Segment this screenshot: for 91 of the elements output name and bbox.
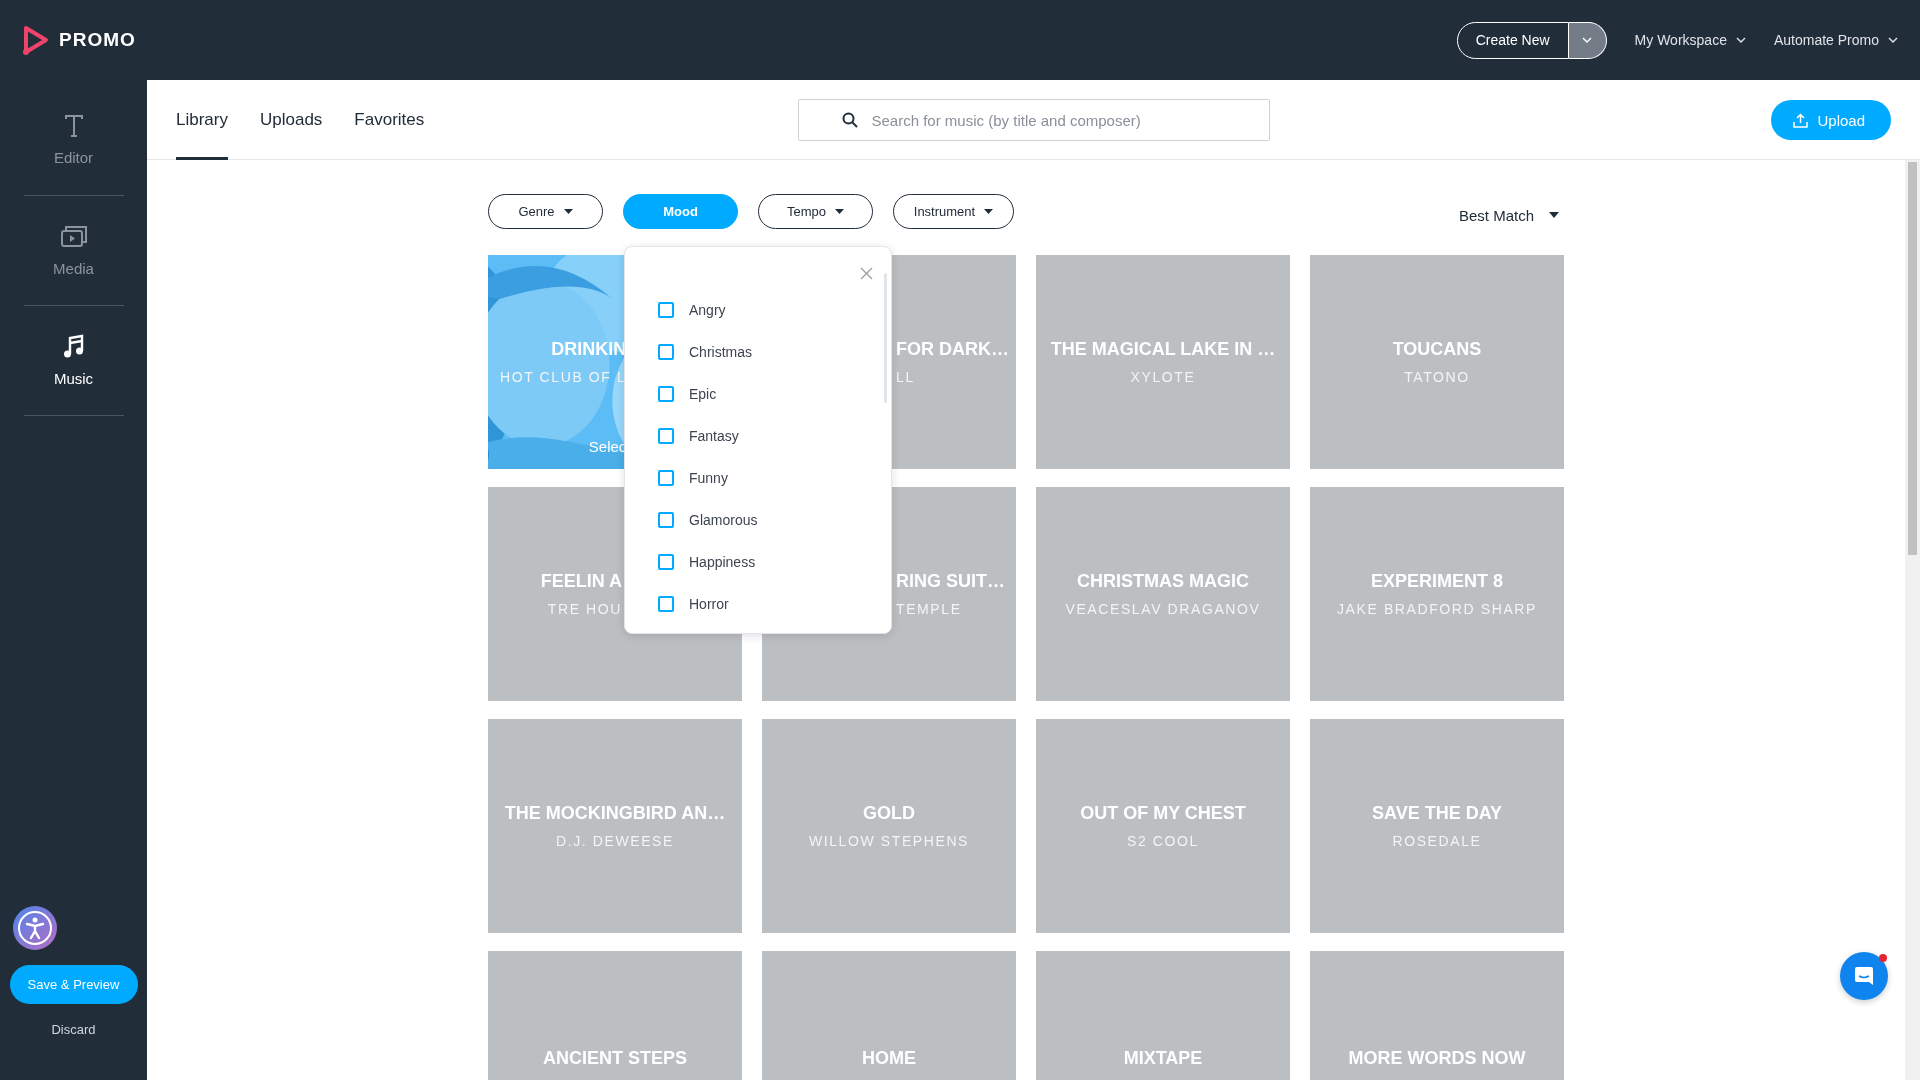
- track-title: THE MAGICAL LAKE IN …: [1050, 339, 1276, 360]
- track-card[interactable]: GOLD WILLOW STEPHENS: [762, 719, 1016, 933]
- accessibility-icon: [17, 910, 53, 946]
- save-preview-button[interactable]: Save & Preview: [9, 965, 138, 1004]
- track-artist: JAKE BRADFORD SHARP: [1337, 601, 1537, 617]
- checkbox[interactable]: [658, 428, 674, 444]
- track-artist: TRE HOU: [547, 601, 622, 617]
- track-title: ANCIENT STEPS: [543, 1047, 687, 1069]
- track-artist: XYLOTE: [1130, 369, 1196, 385]
- checkbox[interactable]: [658, 596, 674, 612]
- sidebar-item[interactable]: Editor: [23, 86, 124, 196]
- option-label: Horror: [689, 596, 729, 612]
- music-note-icon: [62, 334, 85, 358]
- search-field[interactable]: Search for music (by title and composer): [797, 99, 1270, 141]
- track-title: SAVE THE DAY: [1371, 803, 1502, 824]
- option-label: Funny: [689, 470, 728, 486]
- upload-button[interactable]: Upload: [1771, 100, 1891, 140]
- track-title: CHRISTMAS MAGIC: [1077, 571, 1249, 592]
- accessibility-button[interactable]: [13, 906, 57, 950]
- caret-down-icon: [563, 209, 573, 214]
- caret-down-icon: [1549, 212, 1559, 218]
- track-card[interactable]: SAVE THE DAY ROSEDALE: [1310, 719, 1564, 933]
- text-icon: [63, 115, 84, 137]
- scrollbar-thumb[interactable]: [1908, 162, 1917, 555]
- track-title: EXPERIMENT 8: [1371, 571, 1503, 592]
- track-card[interactable]: MORE WORDS NOW: [1310, 951, 1564, 1080]
- track-title: FOR DARK…: [896, 339, 1009, 360]
- track-title: GOLD: [863, 803, 915, 824]
- track-artist: VEACESLAV DRAGANOV: [1065, 601, 1261, 617]
- chat-button[interactable]: [1840, 952, 1888, 1000]
- search-icon: [841, 112, 858, 128]
- option-label: Angry: [689, 302, 726, 318]
- play-logo-icon: [22, 25, 50, 55]
- select-button[interactable]: Selec: [588, 438, 627, 455]
- track-artist: S2 COOL: [1127, 833, 1199, 849]
- chat-icon: [1853, 965, 1875, 987]
- close-button[interactable]: [859, 266, 873, 280]
- track-card[interactable]: TOUCANS TATONO: [1310, 255, 1564, 469]
- track-title: THE MOCKINGBIRD AN…: [504, 803, 726, 824]
- caret-down-icon: [984, 209, 994, 214]
- checkbox[interactable]: [658, 386, 674, 402]
- sort-dropdown[interactable]: Best Match: [1458, 206, 1564, 224]
- caret-down-icon: [835, 209, 844, 214]
- media-icon: [59, 224, 88, 248]
- track-card[interactable]: CHRISTMAS MAGIC VEACESLAV DRAGANOV: [1036, 487, 1290, 701]
- track-artist: TEMPLE: [896, 601, 962, 617]
- track-title: FEELIN A: [540, 571, 622, 592]
- checkbox[interactable]: [658, 302, 674, 318]
- option-label: Epic: [689, 386, 717, 402]
- track-title: RING SUIT…: [896, 571, 1005, 592]
- track-artist: TATONO: [1404, 369, 1470, 385]
- track-title: TOUCANS: [1392, 339, 1482, 360]
- track-title: MORE WORDS NOW: [1348, 1047, 1526, 1069]
- checkbox[interactable]: [658, 554, 674, 570]
- track-artist: ROSEDALE: [1392, 833, 1482, 849]
- track-title: MIXTAPE: [1123, 1047, 1203, 1069]
- track-title: OUT OF MY CHEST: [1080, 803, 1246, 824]
- sidebar-item[interactable]: Media: [23, 196, 124, 306]
- menu-button[interactable]: Automate Promo: [1773, 32, 1898, 48]
- track-title: DRINKIN: [551, 339, 627, 360]
- menu-button[interactable]: My Workspace: [1634, 32, 1746, 48]
- track-card[interactable]: OUT OF MY CHEST S2 COOL: [1036, 719, 1290, 933]
- sidebar-item[interactable]: Music: [23, 306, 124, 416]
- checkbox[interactable]: [658, 344, 674, 360]
- tab[interactable]: Library: [176, 80, 228, 160]
- tab[interactable]: Favorites: [354, 80, 425, 160]
- track-title: HOME: [862, 1047, 916, 1069]
- track-artist: HOT CLUB OF L: [500, 369, 627, 385]
- logo-text: PROMO: [59, 29, 136, 51]
- checkbox[interactable]: [658, 470, 674, 486]
- chevron-down-icon: [1582, 37, 1593, 43]
- track-card[interactable]: THE MOCKINGBIRD AN… D.J. DEWEESE: [488, 719, 742, 933]
- discard-button[interactable]: Discard: [51, 1022, 96, 1037]
- upload-icon: [1793, 112, 1809, 128]
- chevron-down-icon: [1888, 37, 1898, 43]
- track-artist: LL: [896, 369, 915, 385]
- dropdown-button[interactable]: [1568, 21, 1607, 59]
- chevron-down-icon: [1735, 37, 1746, 43]
- track-artist: WILLOW STEPHENS: [808, 833, 970, 849]
- track-artist: D.J. DEWEESE: [556, 833, 674, 849]
- track-card[interactable]: EXPERIMENT 8 JAKE BRADFORD SHARP: [1310, 487, 1564, 701]
- filter-button[interactable]: Mood: [623, 194, 738, 229]
- track-card[interactable]: THE MAGICAL LAKE IN … XYLOTE: [1036, 255, 1290, 469]
- checkbox[interactable]: [658, 512, 674, 528]
- tab[interactable]: Uploads: [259, 80, 323, 160]
- track-card[interactable]: MIXTAPE: [1036, 951, 1290, 1080]
- notification-dot: [1879, 954, 1887, 962]
- track-card[interactable]: ANCIENT STEPS: [488, 951, 742, 1080]
- track-card[interactable]: HOME: [762, 951, 1016, 1080]
- option-label: Fantasy: [689, 428, 739, 444]
- close-icon: [859, 266, 873, 280]
